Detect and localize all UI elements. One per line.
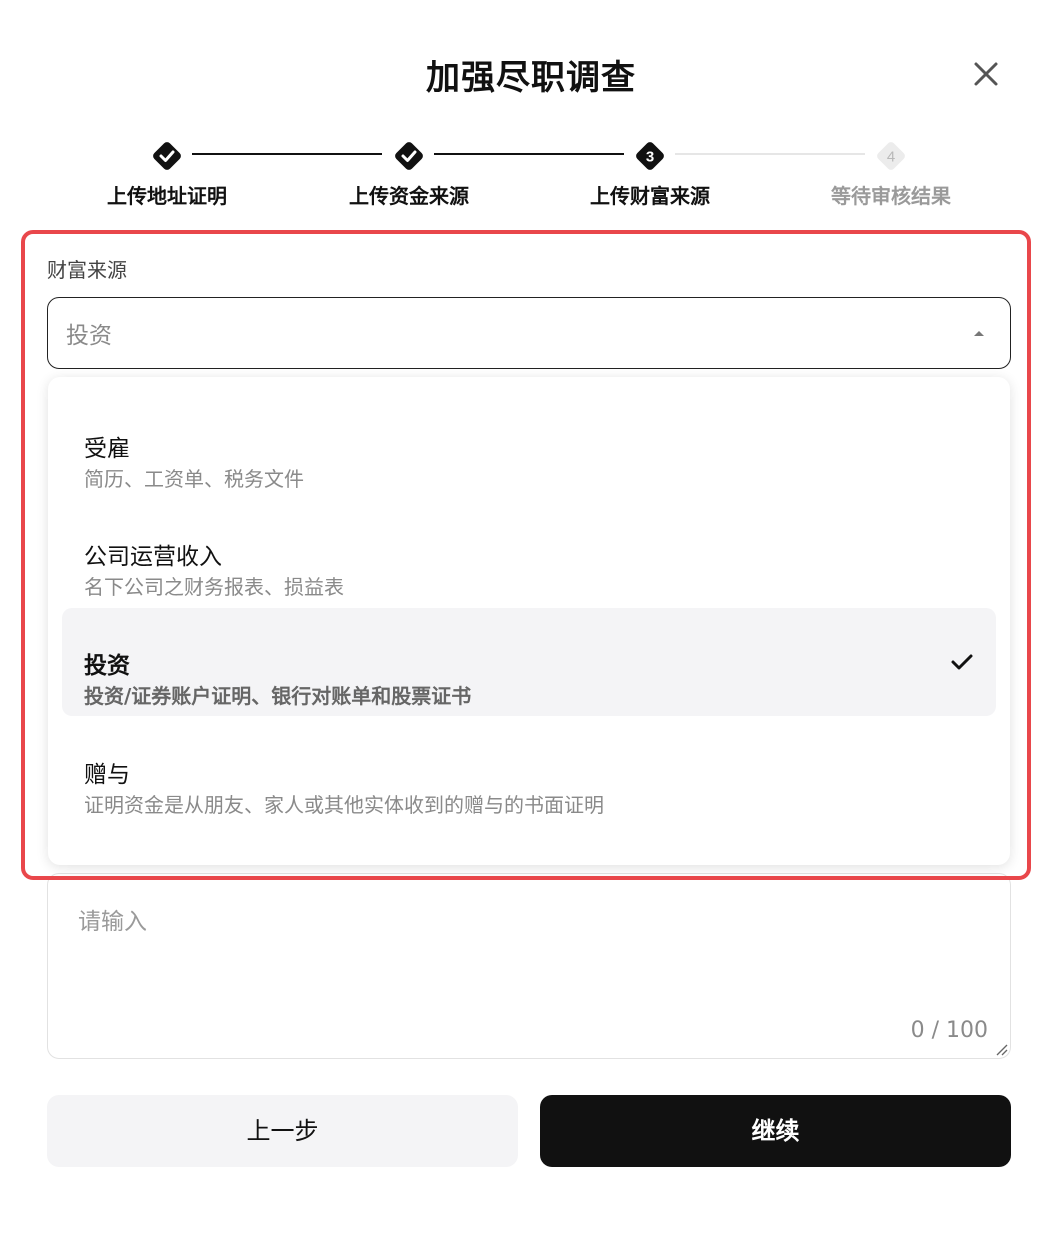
textarea-placeholder: 请输入 — [78, 909, 147, 935]
option-business-income[interactable]: 公司运营收入 名下公司之财务报表、损益表 — [62, 499, 996, 607]
edd-dialog: 加强尽职调查 3 4 上传地址证明 上传资金来源 上传财富来源 等待审核结果 财… — [0, 0, 1062, 1234]
option-title: 受雇 — [84, 436, 130, 462]
close-button[interactable] — [968, 56, 1004, 92]
option-employment[interactable]: 受雇 简历、工资单、税务文件 — [62, 391, 996, 499]
close-icon — [974, 62, 998, 86]
option-description: 简历、工资单、税务文件 — [84, 467, 304, 491]
previous-step-button[interactable]: 上一步 — [47, 1095, 518, 1167]
step-connector-1 — [192, 153, 382, 155]
notes-textarea[interactable]: 请输入 0 / 100 — [47, 873, 1011, 1059]
option-description: 证明资金是从朋友、家人或其他实体收到的赠与的书面证明 — [84, 793, 604, 817]
option-title: 公司运营收入 — [84, 544, 222, 570]
progress-stepper: 3 4 上传地址证明 上传资金来源 上传财富来源 等待审核结果 — [0, 138, 1062, 218]
check-icon — [951, 654, 973, 670]
step-connector-3 — [675, 153, 865, 155]
option-investment[interactable]: 投资 投资/证券账户证明、银行对账单和股票证书 — [62, 608, 996, 716]
field-label-source-of-wealth: 财富来源 — [47, 258, 127, 282]
select-value: 投资 — [66, 323, 112, 349]
step-4-number-icon: 4 — [877, 142, 905, 170]
source-of-wealth-select[interactable]: 投资 — [47, 297, 1011, 369]
resize-handle-icon[interactable] — [994, 1042, 1008, 1056]
step-4-number: 4 — [887, 149, 895, 166]
step-2-check-diamond-icon — [395, 142, 423, 170]
char-counter: 0 / 100 — [910, 1018, 988, 1043]
option-title: 赠与 — [84, 762, 130, 788]
continue-button[interactable]: 继续 — [540, 1095, 1011, 1167]
step-connector-2 — [434, 153, 624, 155]
step-3-number: 3 — [646, 149, 654, 166]
step-label-source-of-wealth: 上传财富来源 — [590, 184, 710, 208]
step-label-source-of-funds: 上传资金来源 — [349, 184, 469, 208]
step-label-awaiting-review: 等待审核结果 — [831, 184, 951, 208]
option-description: 名下公司之财务报表、损益表 — [84, 575, 344, 599]
step-3-number-icon: 3 — [636, 142, 664, 170]
step-1-check-diamond-icon — [153, 142, 181, 170]
option-title: 投资 — [84, 653, 130, 679]
dialog-title: 加强尽职调查 — [426, 58, 636, 98]
option-description: 投资/证券账户证明、银行对账单和股票证书 — [84, 684, 472, 708]
caret-up-icon — [974, 331, 984, 336]
step-label-address-proof: 上传地址证明 — [107, 184, 227, 208]
option-gift[interactable]: 赠与 证明资金是从朋友、家人或其他实体收到的赠与的书面证明 — [62, 717, 996, 825]
source-of-wealth-dropdown: 受雇 简历、工资单、税务文件 公司运营收入 名下公司之财务报表、损益表 投资 投… — [48, 377, 1010, 865]
